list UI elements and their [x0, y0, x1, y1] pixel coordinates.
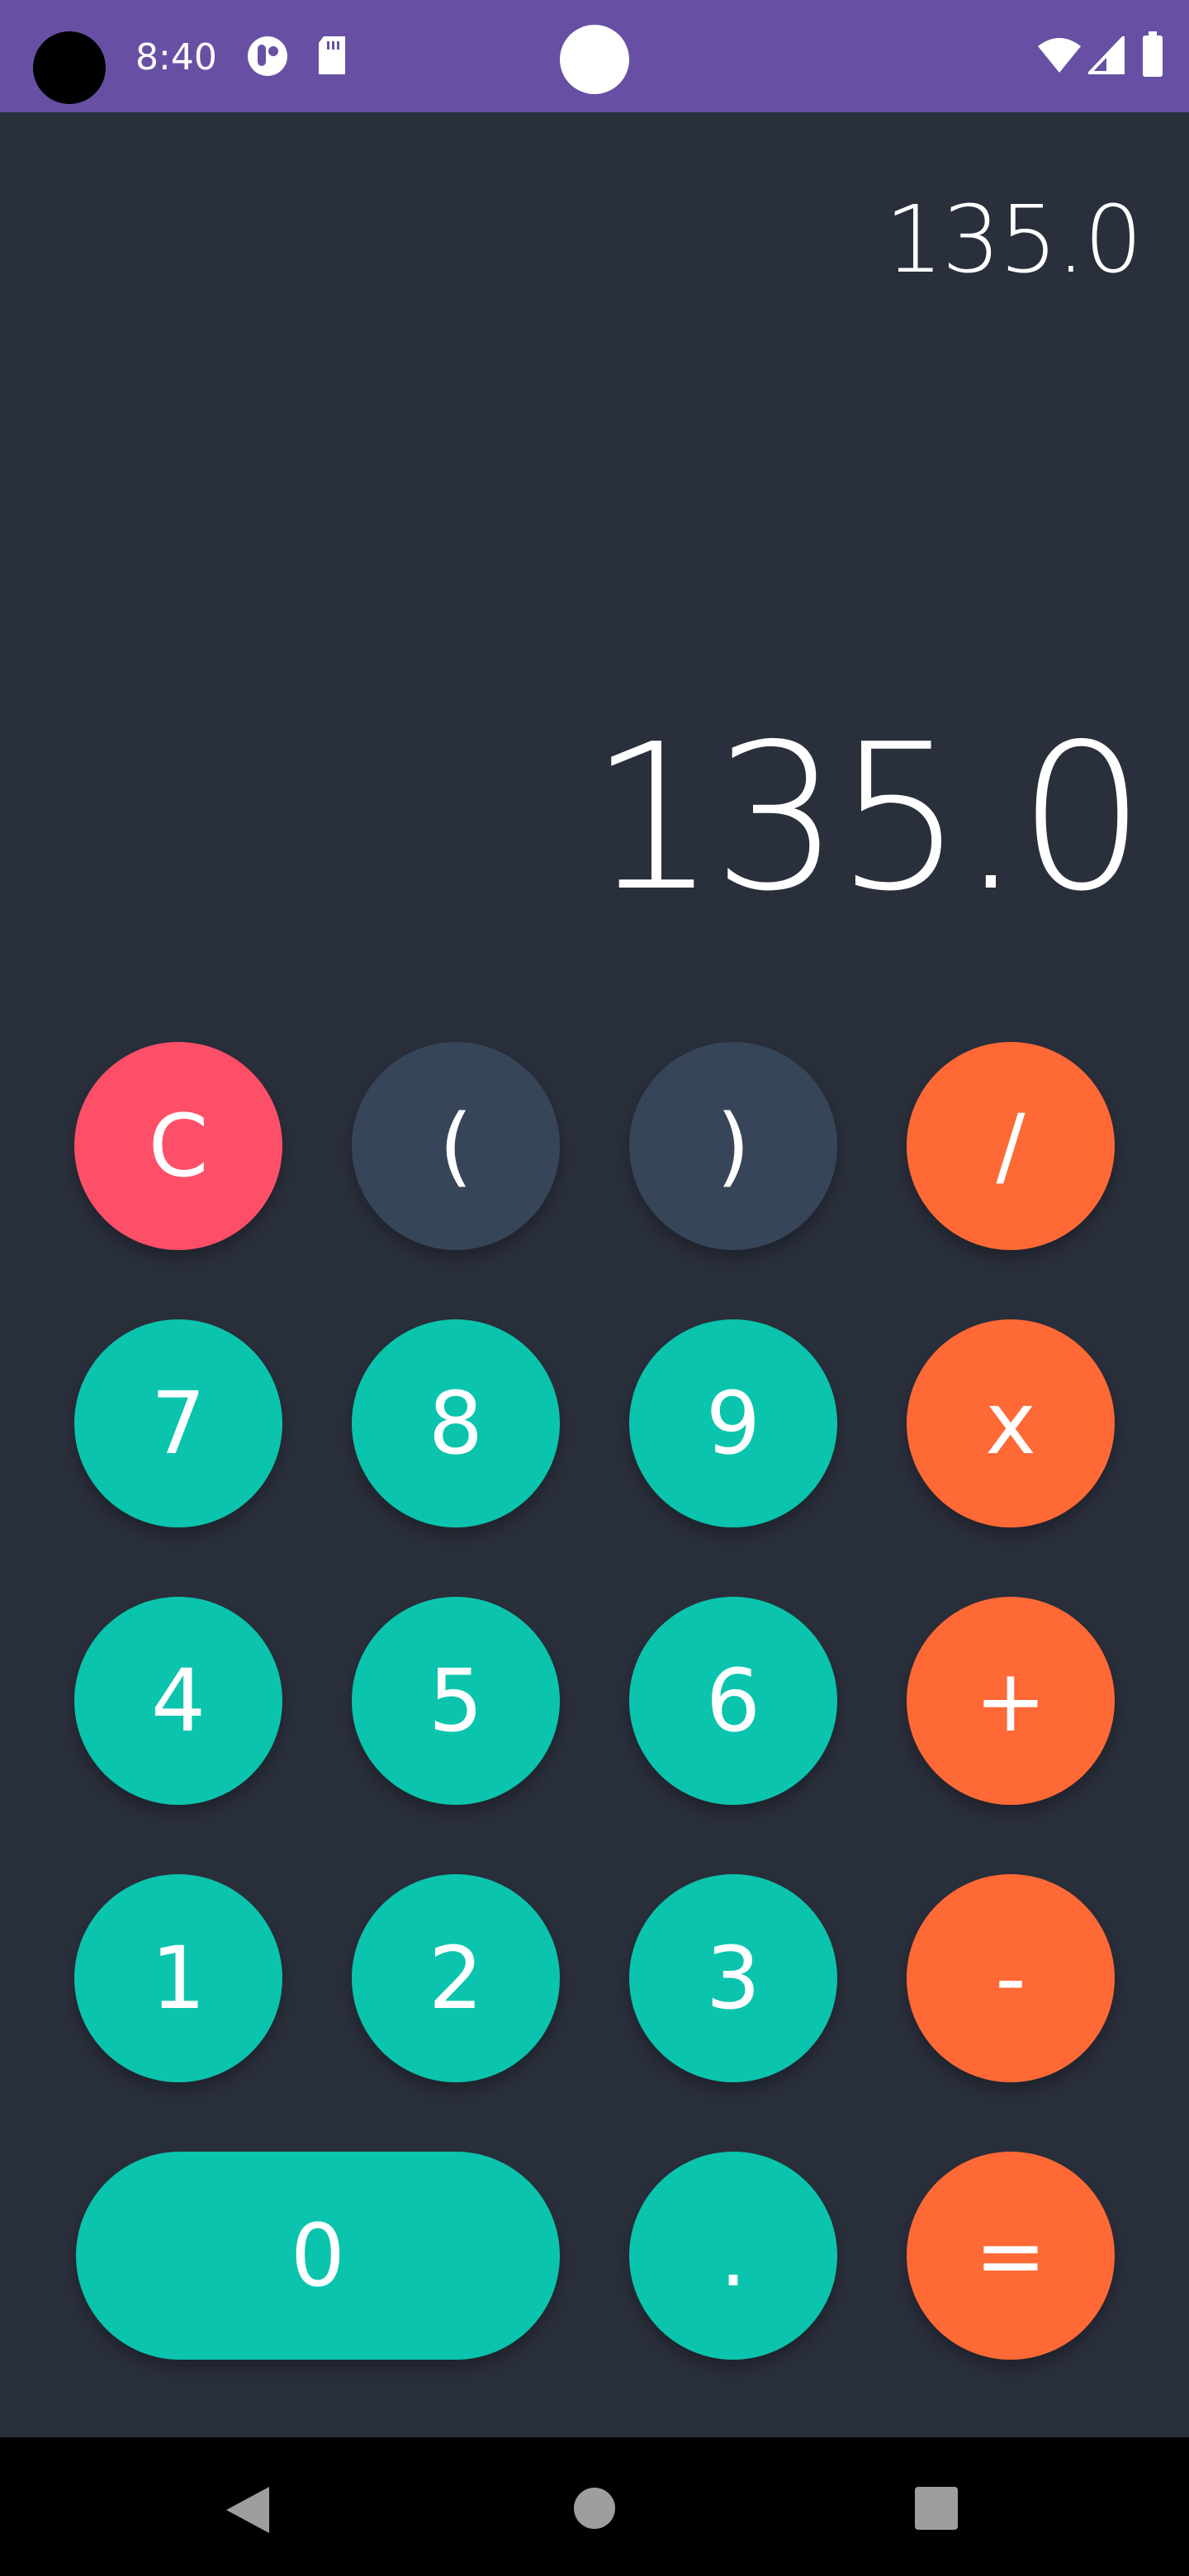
divide-button[interactable]: / — [907, 1042, 1115, 1250]
calculator-display: 135.0 135.0 — [0, 112, 1189, 987]
back-icon[interactable] — [225, 2485, 271, 2535]
subtract-button[interactable]: - — [907, 1874, 1115, 2082]
clear-button[interactable]: C — [74, 1042, 282, 1250]
app-notification-icon — [248, 36, 287, 76]
wifi-icon — [1038, 38, 1081, 73]
decimal-point-button[interactable]: . — [629, 2152, 837, 2360]
signal-icon — [1088, 36, 1125, 74]
equals-button[interactable]: = — [907, 2152, 1115, 2360]
front-camera-circle — [560, 25, 629, 94]
digit-9-button[interactable]: 9 — [629, 1319, 837, 1527]
open-paren-button[interactable]: ( — [352, 1042, 560, 1250]
add-button[interactable]: + — [907, 1597, 1115, 1805]
digit-8-button[interactable]: 8 — [352, 1319, 560, 1527]
battery-icon — [1143, 31, 1163, 77]
camera-cutout — [33, 31, 106, 104]
digit-7-button[interactable]: 7 — [74, 1319, 282, 1527]
result-text: 135.0 — [589, 701, 1146, 935]
status-bar: 8:40 — [0, 0, 1189, 112]
multiply-button[interactable]: x — [907, 1319, 1115, 1527]
recents-icon[interactable] — [915, 2487, 958, 2530]
digit-3-button[interactable]: 3 — [629, 1874, 837, 2082]
sd-card-icon — [319, 36, 345, 74]
digit-4-button[interactable]: 4 — [74, 1597, 282, 1805]
digit-1-button[interactable]: 1 — [74, 1874, 282, 2082]
close-paren-button[interactable]: ) — [629, 1042, 837, 1250]
digit-0-button[interactable]: 0 — [76, 2152, 560, 2360]
expression-text: 135.0 — [884, 187, 1143, 294]
navigation-bar — [0, 2437, 1189, 2576]
digit-5-button[interactable]: 5 — [352, 1597, 560, 1805]
home-icon[interactable] — [573, 2487, 616, 2530]
digit-6-button[interactable]: 6 — [629, 1597, 837, 1805]
digit-2-button[interactable]: 2 — [352, 1874, 560, 2082]
status-time: 8:40 — [135, 36, 217, 78]
